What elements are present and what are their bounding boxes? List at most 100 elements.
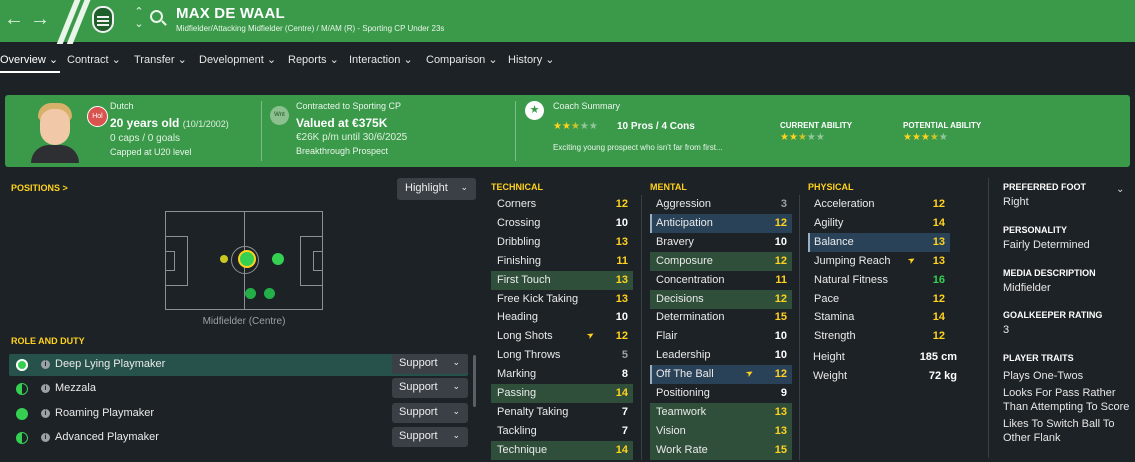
attribute-row[interactable]: Decisions 12 [650, 289, 792, 309]
player-switch-icon[interactable]: ⌃ ⌄ [132, 6, 146, 30]
attribute-name: Long Throws [497, 349, 561, 362]
menu-development[interactable]: Development ⌄ [199, 53, 276, 66]
attribute-row[interactable]: Vision 13 [650, 421, 792, 441]
player-portrait [27, 101, 83, 163]
attribute-value: 12 [774, 292, 787, 305]
menu-reports[interactable]: Reports ⌄ [288, 53, 339, 66]
duty-dropdown[interactable]: Support ⌄ [392, 427, 468, 447]
attribute-row[interactable]: Teamwork 13 [650, 402, 792, 422]
attribute-row[interactable]: Corners 12 [491, 195, 633, 214]
role-row[interactable]: i Deep Lying Playmaker Support ⌄ [9, 354, 468, 376]
attribute-row[interactable]: Long Shots ➤ 12 [491, 327, 633, 346]
attribute-row[interactable]: Long Throws 5 [491, 346, 633, 365]
duty-dropdown[interactable]: Support ⌄ [392, 354, 468, 374]
attribute-row[interactable]: Bravery 10 [650, 233, 792, 252]
attribute-row[interactable]: Marking 8 [491, 365, 633, 384]
attribute-row[interactable]: Strength 12 [808, 327, 950, 346]
attribute-row[interactable]: Technique 14 [491, 440, 633, 460]
menu-overview[interactable]: Overview ⌄ [0, 53, 58, 66]
attribute-name: First Touch [497, 273, 551, 286]
attribute-row[interactable]: Heading 10 [491, 308, 633, 327]
highlight-dropdown[interactable]: Highlight ⌄ [397, 178, 476, 200]
role-suitability-icon [16, 408, 28, 420]
attribute-row[interactable]: Tackling 7 [491, 422, 633, 441]
attribute-row[interactable]: First Touch 13 [491, 270, 633, 290]
column-divider [799, 195, 800, 460]
star-half-icon: ★ [570, 121, 580, 132]
attribute-row[interactable]: Aggression 3 [650, 195, 792, 214]
attribute-name: Natural Fitness [814, 273, 888, 286]
info-icon[interactable]: i [41, 433, 50, 442]
positions-title[interactable]: POSITIONS > [11, 183, 68, 193]
prospect-status: Breakthrough Prospect [296, 146, 389, 156]
goalkeeper-rating-label: GOALKEEPER RATING [1003, 310, 1103, 320]
coach-summary-title: Coach Summary [553, 101, 621, 111]
attribute-row[interactable]: Agility 14 [808, 214, 950, 233]
attribute-row[interactable]: Natural Fitness 16 [808, 271, 950, 290]
roles-scrollbar[interactable] [473, 355, 476, 407]
attribute-row[interactable]: Acceleration 12 [808, 195, 950, 214]
info-icon[interactable]: i [41, 384, 50, 393]
attribute-value: 12 [932, 292, 945, 305]
chevron-down-icon[interactable]: ⌄ [1116, 184, 1124, 195]
menu-transfer[interactable]: Transfer ⌄ [134, 53, 187, 66]
star-empty-icon: ★ [579, 121, 589, 132]
attribute-row[interactable]: Work Rate 15 [650, 440, 792, 460]
player-trait-cont: Than Attempting To Score [1003, 401, 1130, 413]
attribute-value: 10 [774, 349, 787, 362]
forward-arrow-icon[interactable]: → [30, 8, 50, 31]
chevron-down-icon: ⌄ [460, 182, 468, 192]
physical-title: PHYSICAL [808, 182, 854, 192]
attribute-value: 12 [615, 198, 628, 210]
attribute-row[interactable]: Pace 12 [808, 290, 950, 309]
menu-interaction[interactable]: Interaction ⌄ [349, 53, 413, 66]
player-trait: Likes To Switch Ball To [1003, 418, 1115, 430]
menu-history[interactable]: History ⌄ [508, 53, 555, 66]
search-icon[interactable] [150, 10, 163, 23]
attribute-row[interactable]: Dribbling 13 [491, 233, 633, 252]
attribute-row[interactable]: Finishing 11 [491, 252, 633, 271]
attribute-row[interactable]: Positioning 9 [650, 384, 792, 403]
attribute-row[interactable]: Free Kick Taking 13 [491, 290, 633, 309]
attribute-row[interactable]: Jumping Reach ➤ 13 [808, 252, 950, 271]
role-row[interactable]: i Advanced Playmaker Support ⌄ [9, 427, 468, 449]
club-crest-icon[interactable] [92, 6, 114, 33]
player-trait: Looks For Pass Rather [1003, 387, 1116, 399]
duty-dropdown[interactable]: Support ⌄ [392, 403, 468, 423]
duty-dropdown[interactable]: Support ⌄ [392, 378, 468, 398]
attribute-row[interactable]: Stamina 14 [808, 308, 950, 327]
attribute-row[interactable]: Passing 14 [491, 384, 633, 403]
menu-comparison[interactable]: Comparison ⌄ [426, 53, 498, 66]
attribute-name: Tackling [497, 424, 537, 437]
attribute-row[interactable]: Concentration 11 [650, 271, 792, 290]
attribute-row[interactable]: Composure 12 [650, 251, 792, 271]
current-ability-label: CURRENT ABILITY [780, 121, 853, 130]
role-name: Roaming Playmaker [55, 407, 155, 419]
coach-summary-icon[interactable] [525, 101, 544, 120]
info-icon[interactable]: i [41, 409, 50, 418]
player-trait: Plays One-Twos [1003, 370, 1084, 382]
attribute-row[interactable]: Crossing 10 [491, 214, 633, 233]
role-row[interactable]: i Roaming Playmaker Support ⌄ [9, 403, 468, 425]
info-icon[interactable]: i [41, 360, 50, 369]
player-value: Valued at €375K [296, 116, 388, 130]
menu-contract[interactable]: Contract ⌄ [67, 53, 121, 66]
attribute-value: 5 [621, 349, 628, 362]
training-focus-icon: ➤ [743, 366, 756, 380]
potential-ability-stars: ★★★★★ [903, 132, 948, 143]
attribute-value: 9 [780, 387, 787, 399]
attribute-row[interactable]: Penalty Taking 7 [491, 403, 633, 422]
attribute-name: Strength [814, 330, 856, 343]
column-divider [641, 195, 642, 460]
attribute-row[interactable]: Flair 10 [650, 327, 792, 346]
pros-cons[interactable]: 10 Pros / 4 Cons [617, 121, 695, 132]
attribute-value: 14 [932, 216, 945, 229]
attribute-row[interactable]: Balance 13 [808, 232, 950, 252]
attribute-row[interactable]: Leadership 10 [650, 346, 792, 365]
attribute-name: Positioning [656, 387, 710, 399]
attribute-row[interactable]: Off The Ball ➤ 12 [650, 365, 792, 385]
back-arrow-icon[interactable]: ← [4, 8, 24, 31]
attribute-row[interactable]: Anticipation 12 [650, 213, 792, 233]
attribute-row[interactable]: Determination 15 [650, 308, 792, 327]
role-row[interactable]: i Mezzala Support ⌄ [9, 378, 468, 400]
